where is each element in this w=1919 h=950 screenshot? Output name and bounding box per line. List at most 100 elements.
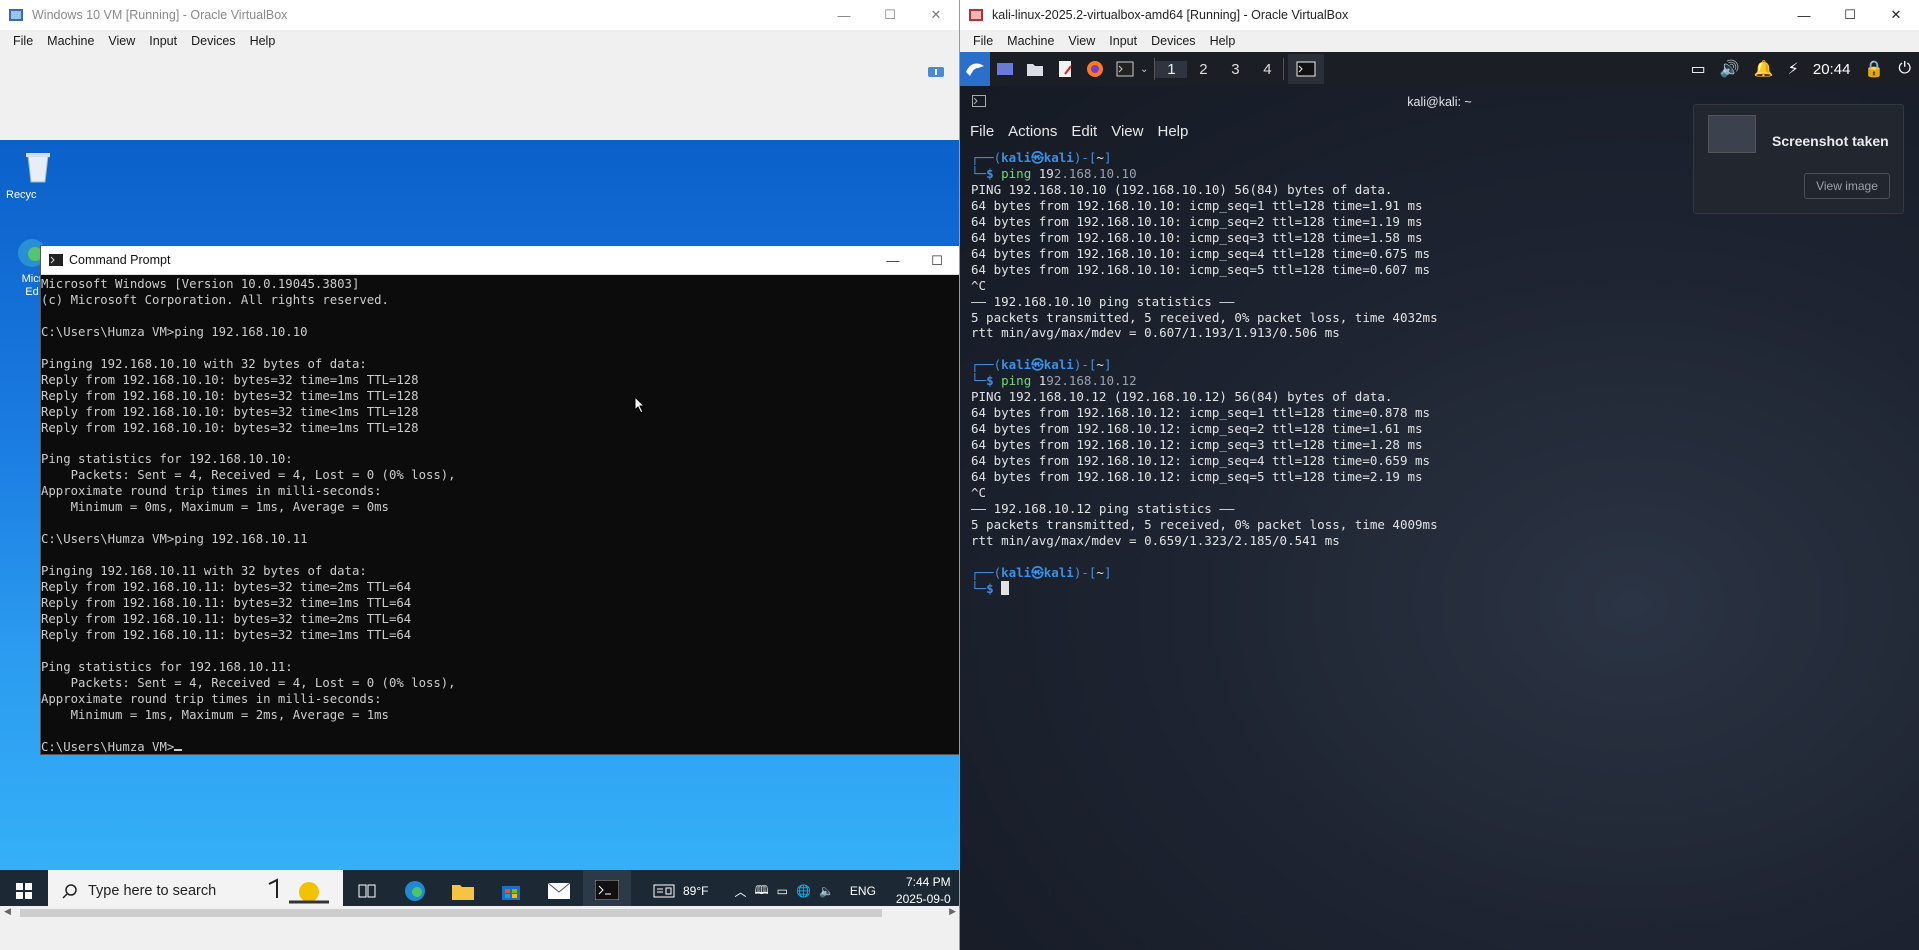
- command-arg-suggestion: 92.168.10.12: [1046, 373, 1137, 389]
- cmd-cursor: [174, 748, 183, 751]
- workspace-4[interactable]: 4: [1251, 61, 1283, 78]
- cmd-line: Pinging 192.168.10.11 with 32 bytes of d…: [41, 564, 367, 579]
- output-line: ^C: [971, 485, 987, 501]
- kali-terminal-window: kali@kali: ~ File Actions Edit View Help…: [960, 86, 1919, 950]
- view-image-button[interactable]: View image: [1804, 173, 1890, 199]
- panel-show-desktop[interactable]: [990, 61, 1020, 77]
- menu-file[interactable]: File: [966, 34, 1000, 48]
- workspace-1[interactable]: 1: [1155, 60, 1188, 78]
- taskbar-clock[interactable]: 7:44 PM 2025-09-0: [896, 874, 951, 908]
- output-line: 5 packets transmitted, 5 received, 0% pa…: [971, 516, 1438, 532]
- volume-icon[interactable]: 🔈: [819, 884, 834, 898]
- cmd-line: Ping statistics for 192.168.10.11:: [41, 659, 293, 674]
- cmd-titlebar: Command Prompt — ☐: [41, 246, 959, 275]
- menu-help[interactable]: Help: [243, 34, 283, 48]
- display-icon[interactable]: ▭: [1691, 59, 1706, 79]
- close-button[interactable]: ✕: [913, 0, 959, 30]
- cmd-output[interactable]: Microsoft Windows [Version 10.0.19045.38…: [41, 275, 959, 756]
- menu-machine[interactable]: Machine: [1000, 34, 1061, 48]
- term-menu-file[interactable]: File: [970, 123, 994, 140]
- horizontal-scrollbar[interactable]: ◀ ▶: [0, 906, 959, 920]
- prompt-symbol: $: [986, 165, 1002, 181]
- output-line: 64 bytes from 192.168.10.10: icmp_seq=1 …: [971, 197, 1423, 213]
- cmd-line: Reply from 192.168.10.11: bytes=32 time=…: [41, 580, 412, 595]
- menu-devices[interactable]: Devices: [1144, 34, 1202, 48]
- menu-input[interactable]: Input: [1102, 34, 1144, 48]
- prompt-symbol: $: [986, 580, 1002, 596]
- panel-firefox[interactable]: [1080, 60, 1110, 78]
- prompt-bracket: ┌──(: [971, 357, 1002, 373]
- task-terminal[interactable]: [1288, 54, 1325, 84]
- menu-view[interactable]: View: [1061, 34, 1102, 48]
- menu-file[interactable]: File: [6, 34, 40, 48]
- windows-logo-icon: [16, 883, 32, 899]
- mouse-pointer-icon: [634, 396, 646, 414]
- power-icon[interactable]: ⚡: [1788, 59, 1799, 79]
- kali-dragon-icon: [966, 63, 984, 76]
- cmd-icon: [49, 254, 63, 266]
- menu-help[interactable]: Help: [1203, 34, 1243, 48]
- term-menu-actions[interactable]: Actions: [1008, 123, 1057, 140]
- maximize-button[interactable]: ☐: [867, 0, 913, 30]
- panel-clock[interactable]: 20:44: [1813, 61, 1851, 78]
- chevron-up-icon[interactable]: ︿: [734, 883, 746, 900]
- close-button[interactable]: ✕: [1873, 0, 1919, 30]
- cmd-maximize-button[interactable]: ☐: [915, 246, 959, 275]
- output-line: 5 packets transmitted, 5 received, 0% pa…: [971, 309, 1438, 325]
- menu-view[interactable]: View: [101, 34, 142, 48]
- output-line: 64 bytes from 192.168.10.10: icmp_seq=3 …: [971, 229, 1423, 245]
- output-line: PING 192.168.10.12 (192.168.10.12) 56(84…: [971, 389, 1393, 405]
- term-menu-help[interactable]: Help: [1157, 123, 1188, 140]
- panel-terminal[interactable]: [1110, 61, 1140, 77]
- notification-bell-icon[interactable]: 🔔: [1754, 59, 1774, 79]
- prompt-user-host: kali㉿kali: [1001, 564, 1074, 580]
- output-line: —— 192.168.10.12 ping statistics ——: [971, 500, 1235, 516]
- desktop-icon: [997, 63, 1013, 75]
- scroll-right-icon[interactable]: ▶: [949, 906, 956, 917]
- folder-icon: [1027, 64, 1043, 76]
- virtualbox-icon: [969, 9, 983, 21]
- recycle-bin-icon[interactable]: Recyc: [6, 146, 62, 201]
- minimize-button[interactable]: —: [821, 0, 867, 30]
- minimize-button[interactable]: —: [1781, 0, 1827, 30]
- cmd-line: Reply from 192.168.10.10: bytes=32 time=…: [41, 372, 419, 387]
- kali-menu-button[interactable]: [960, 52, 990, 86]
- network-icon[interactable]: 🌐: [796, 884, 811, 898]
- folder-icon: [452, 885, 474, 900]
- menu-machine[interactable]: Machine: [40, 34, 101, 48]
- cmd-line: Reply from 192.168.10.10: bytes=32 time=…: [41, 388, 419, 403]
- logout-icon[interactable]: ⏻: [1898, 60, 1911, 78]
- task-view-icon: [358, 884, 376, 898]
- prompt-bracket: )-[: [1073, 150, 1097, 165]
- volume-icon[interactable]: 🔊: [1720, 59, 1740, 79]
- panel-files[interactable]: [1020, 61, 1050, 77]
- menu-input[interactable]: Input: [142, 34, 184, 48]
- scrollbar-thumb[interactable]: [20, 909, 882, 917]
- scroll-left-icon[interactable]: ◀: [4, 906, 11, 917]
- term-menu-view[interactable]: View: [1111, 123, 1143, 140]
- language-indicator[interactable]: ENG: [850, 884, 876, 898]
- cmd-line: C:\Users\Humza VM>: [41, 739, 175, 754]
- battery-icon[interactable]: ▭: [777, 884, 788, 898]
- menu-devices[interactable]: Devices: [184, 34, 242, 48]
- maximize-button[interactable]: ☐: [1827, 0, 1873, 30]
- text-editor-icon: [1059, 61, 1072, 77]
- terminal-icon: [972, 95, 986, 107]
- term-menu-edit[interactable]: Edit: [1071, 123, 1097, 140]
- lock-icon[interactable]: 🔒: [1864, 59, 1884, 79]
- prompt-bracket: └─: [971, 165, 987, 181]
- prompt-symbol: $: [986, 373, 1002, 389]
- prompt-dir: ~: [1096, 357, 1104, 373]
- screenshot-thumbnail[interactable]: [1708, 115, 1756, 153]
- prompt-bracket: ]: [1103, 564, 1112, 580]
- guest-status-icon: [928, 67, 944, 77]
- workspace-3[interactable]: 3: [1219, 61, 1251, 78]
- left-titlebar: Windows 10 VM [Running] - Oracle Virtual…: [0, 0, 959, 30]
- screenshot-notification: Screenshot taken View image: [1693, 104, 1904, 214]
- panel-text-editor[interactable]: [1050, 60, 1080, 78]
- meet-now-icon[interactable]: 🕮: [755, 881, 769, 902]
- prompt-dir: ~: [1096, 564, 1104, 580]
- chevron-down-icon[interactable]: ⌄: [1140, 64, 1148, 75]
- cmd-minimize-button[interactable]: —: [871, 246, 915, 275]
- workspace-2[interactable]: 2: [1187, 61, 1219, 78]
